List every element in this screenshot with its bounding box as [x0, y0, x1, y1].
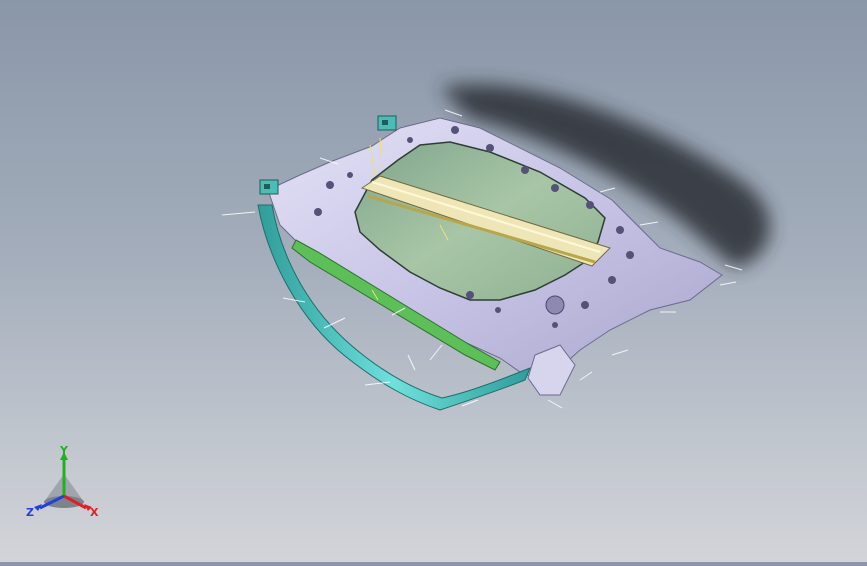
triad-y-label: Y — [59, 446, 69, 457]
triad-z-label: Z — [26, 506, 34, 519]
3d-viewport[interactable]: Y X Z — [0, 0, 867, 562]
upper-hinge[interactable] — [377, 115, 397, 131]
speaker-hole — [545, 295, 565, 315]
lower-hinge[interactable] — [259, 179, 279, 195]
axis-triad[interactable]: Y X Z — [22, 446, 106, 522]
triad-x-label: X — [90, 506, 99, 519]
model-canvas[interactable] — [0, 0, 867, 562]
